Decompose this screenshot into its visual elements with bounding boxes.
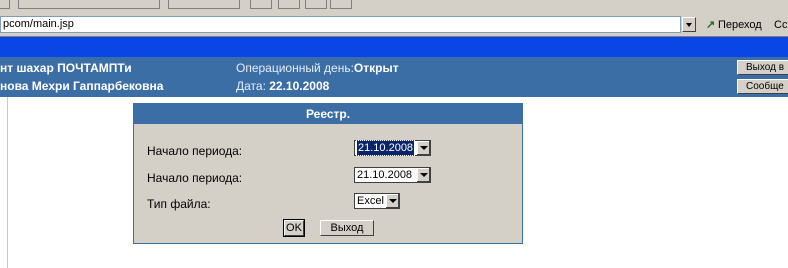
address-input[interactable]: pcom/main.jsp <box>0 16 681 33</box>
toolbar-button[interactable] <box>168 0 240 9</box>
go-button[interactable]: ↗ Переход <box>706 17 762 33</box>
registry-dialog: Реестр. Начало периода: 21.10.2008 Начал… <box>133 103 523 244</box>
toolbar-button[interactable] <box>250 0 272 9</box>
left-panel-edge <box>0 97 8 268</box>
toolbar-button[interactable] <box>305 0 327 9</box>
messages-button[interactable]: Сообще <box>737 79 788 94</box>
top-blue-bar <box>0 37 788 57</box>
user-name: нова Мехри Гаппарбековна <box>0 79 164 93</box>
file-type-value: Excel <box>357 195 384 207</box>
chevron-down-icon[interactable] <box>416 141 430 155</box>
toolbar-button[interactable] <box>330 0 352 9</box>
org-name: нт шахар ПОЧТАМПТи <box>0 61 132 75</box>
operational-day: Операционный день:Открыт <box>236 61 399 75</box>
chevron-down-icon[interactable] <box>385 194 399 208</box>
address-dropdown-button[interactable] <box>682 17 696 32</box>
file-type-label: Тип файла: <box>147 197 211 211</box>
dialog-title: Реестр. <box>134 104 522 124</box>
address-text: pcom/main.jsp <box>3 18 74 30</box>
date-value: 22.10.2008 <box>269 79 330 93</box>
chevron-down-icon[interactable] <box>416 168 430 182</box>
browser-toolbar <box>0 0 788 15</box>
op-day-label: Операционный день: <box>236 61 354 75</box>
date-info: Дата: 22.10.2008 <box>236 79 329 93</box>
links-button[interactable]: Ссылки <box>774 17 788 33</box>
go-arrow-icon: ↗ <box>706 19 716 31</box>
toolbar-button[interactable] <box>18 0 160 9</box>
period-start-value: 21.10.2008 <box>355 140 416 156</box>
header-band: нт шахар ПОЧТАМПТи нова Мехри Гаппарбеко… <box>0 57 788 97</box>
period-start-select[interactable]: 21.10.2008 <box>354 140 431 156</box>
ok-button[interactable]: OK <box>283 219 305 237</box>
file-type-select[interactable]: Excel <box>354 193 400 209</box>
exit-system-button[interactable]: Выход в <box>737 60 788 75</box>
toolbar-button[interactable] <box>0 0 10 9</box>
address-bar-row: pcom/main.jsp ↗Переход Ссылки <box>0 14 788 37</box>
period-start-label: Начало периода: <box>147 144 243 158</box>
period-end-label: Начало периода: <box>147 171 243 185</box>
op-day-value: Открыт <box>353 61 399 75</box>
date-label: Дата: <box>236 79 266 93</box>
toolbar-button[interactable] <box>278 0 300 9</box>
period-end-value: 21.10.2008 <box>357 169 413 181</box>
period-end-select[interactable]: 21.10.2008 <box>354 167 431 183</box>
go-label: Переход <box>718 19 762 31</box>
exit-button[interactable]: Выход <box>320 220 374 236</box>
